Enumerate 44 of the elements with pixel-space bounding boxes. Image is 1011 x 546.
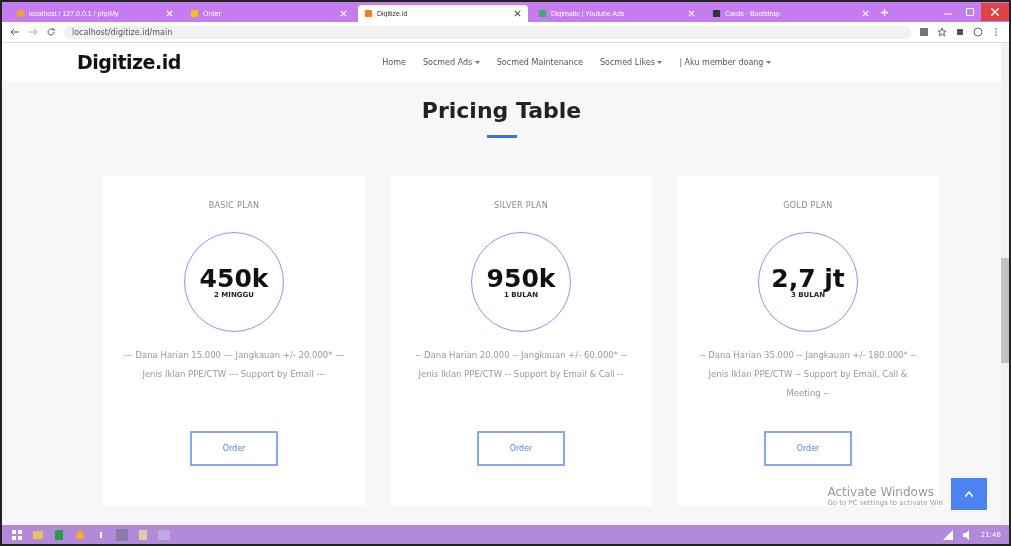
browser-icon[interactable]: [73, 528, 87, 541]
order-button[interactable]: Order: [477, 431, 565, 466]
profile-icon[interactable]: [973, 27, 983, 37]
reload-icon[interactable]: [46, 27, 56, 37]
star-icon[interactable]: [937, 27, 947, 37]
close-button[interactable]: [981, 3, 1009, 21]
plan-description: --- Dana Harian 15.000 --- Jangkauan +/- 20.000* --- Jenis Iklan PPE/CTW --- Support by Email ---: [122, 349, 346, 381]
address-bar[interactable]: localhost/digitize.id/main: [64, 25, 911, 39]
nav-link[interactable]: Home: [382, 57, 406, 67]
favicon-icon: [538, 9, 547, 18]
start-icon[interactable]: [10, 528, 24, 541]
scrollbar[interactable]: [1001, 43, 1009, 525]
favicon-icon: [712, 9, 721, 18]
close-icon[interactable]: [513, 9, 522, 18]
order-button[interactable]: Order: [190, 431, 278, 466]
nav-link[interactable]: | Aku member doang: [679, 57, 771, 67]
maximize-icon: [966, 8, 974, 16]
activation-title: Activate Windows: [827, 485, 935, 499]
new-tab-icon[interactable]: [880, 7, 889, 17]
favicon-icon: [190, 9, 199, 18]
favicon-icon: [364, 9, 373, 18]
nav-link[interactable]: Socmed Likes: [600, 57, 663, 67]
folder-icon[interactable]: [31, 528, 45, 541]
app-icon[interactable]: [136, 528, 150, 541]
plan-description: -- Dana Harian 20.000 -- Jangkauan +/- 60.000* -- Jenis Iklan PPE/CTW -- Support by Email & Call --: [414, 349, 628, 381]
back-icon[interactable]: [10, 27, 20, 37]
plan-price: 450k: [199, 265, 269, 291]
plan-description: -- Dana Harian 35.000 -- Jangkauan +/- 180.000* -- Jenis Iklan PPE/CTW -- Support by Email, Call & Meeting --: [698, 349, 918, 400]
close-icon: [991, 8, 999, 16]
order-button[interactable]: Order: [764, 431, 852, 466]
favicon-icon: [16, 9, 25, 18]
nav-link[interactable]: Socmed Ads: [422, 57, 480, 67]
section-title: Pricing Table: [421, 98, 582, 123]
plan-price: 2,7 jt: [771, 265, 845, 291]
nav-link[interactable]: Socmed Maintenance: [496, 57, 583, 67]
site-logo[interactable]: Digitize.id: [77, 51, 181, 73]
forward-icon[interactable]: [28, 27, 38, 37]
plan-name: GOLD PLAN: [783, 201, 833, 210]
plan-name: SILVER PLAN: [494, 201, 548, 210]
chevron-up-icon: [965, 491, 973, 497]
title-underline: [486, 135, 517, 138]
plan-price: 950k: [486, 265, 556, 291]
app-icon[interactable]: [115, 528, 129, 541]
plan-name: BASIC PLAN: [208, 201, 260, 210]
